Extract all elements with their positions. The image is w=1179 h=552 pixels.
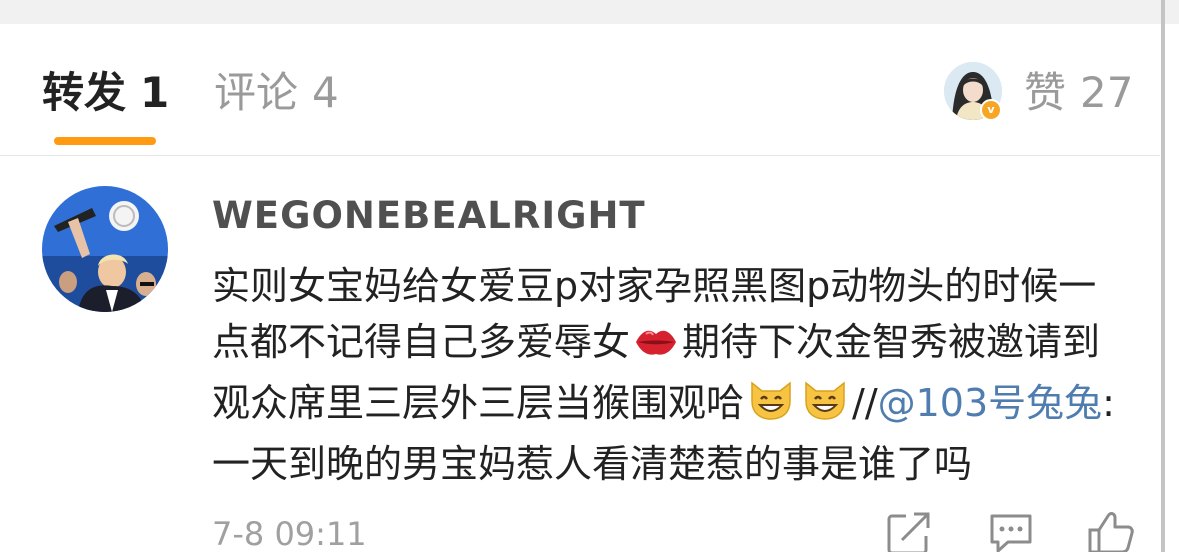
- tab-likes[interactable]: 赞 27: [1024, 68, 1133, 118]
- tab-comment[interactable]: 评论 4: [214, 68, 339, 118]
- scrollbar[interactable]: [1161, 0, 1165, 552]
- grinning-cat-emoji-icon: [748, 379, 794, 436]
- like-icon: [1088, 512, 1134, 552]
- comment-text-segment: 点都不记得自己多爱辱女: [212, 320, 631, 364]
- comment-icon: [990, 514, 1032, 552]
- lips-emoji-icon: [634, 319, 678, 375]
- tab-repost-label: 转发: [42, 68, 127, 117]
- comment-text-segment: 期待下次金智秀被邀请到: [682, 320, 1101, 364]
- tab-bar: 转发 1 评论 4 v 赞 27: [0, 24, 1160, 156]
- tab-comment-label: 评论: [214, 68, 299, 117]
- grinning-cat-emoji-icon: [802, 379, 848, 436]
- user-avatar[interactable]: [42, 186, 168, 312]
- comment-text-segment: 观众席里三层外三层当猴围观哈: [212, 381, 745, 425]
- repost-separator: //: [852, 381, 878, 425]
- share-icon: [887, 512, 930, 552]
- comment-button[interactable]: [986, 508, 1036, 552]
- tab-repost[interactable]: 转发 1: [42, 68, 169, 118]
- comment-text-segment: :: [1102, 381, 1115, 425]
- comment-line: 实则女宝妈给女爱豆p对家孕照黑图p动物头的时候一: [212, 264, 1097, 308]
- comment-timestamp: 7-8 09:11: [212, 515, 367, 552]
- comment-line: 点都不记得自己多爱辱女 期待下次金智秀被邀请到: [212, 314, 1152, 375]
- tab-comment-count: 4: [312, 68, 339, 117]
- tab-likes-count: 27: [1080, 68, 1134, 117]
- like-button[interactable]: [1086, 508, 1136, 552]
- tab-likes-label: 赞: [1024, 68, 1067, 117]
- active-tab-indicator: [54, 137, 156, 145]
- share-button[interactable]: [884, 508, 934, 552]
- comment-line: 一天到晚的男宝妈惹人看清楚惹的事是谁了吗: [212, 442, 973, 486]
- verified-badge-icon: v: [980, 99, 1002, 121]
- top-strip: [0, 0, 1179, 24]
- comment-line: 观众席里三层外三层当猴围观哈 //@103号兔兔:: [212, 375, 1152, 436]
- mention-link[interactable]: @103号兔兔: [878, 381, 1103, 425]
- tab-repost-count: 1: [140, 68, 170, 117]
- comment-text: 实则女宝妈给女爱豆p对家孕照黑图p动物头的时候一 点都不记得自己多爱辱女 期待下…: [212, 258, 1152, 492]
- comment-username[interactable]: WEGONEBEALRIGHT: [212, 194, 646, 238]
